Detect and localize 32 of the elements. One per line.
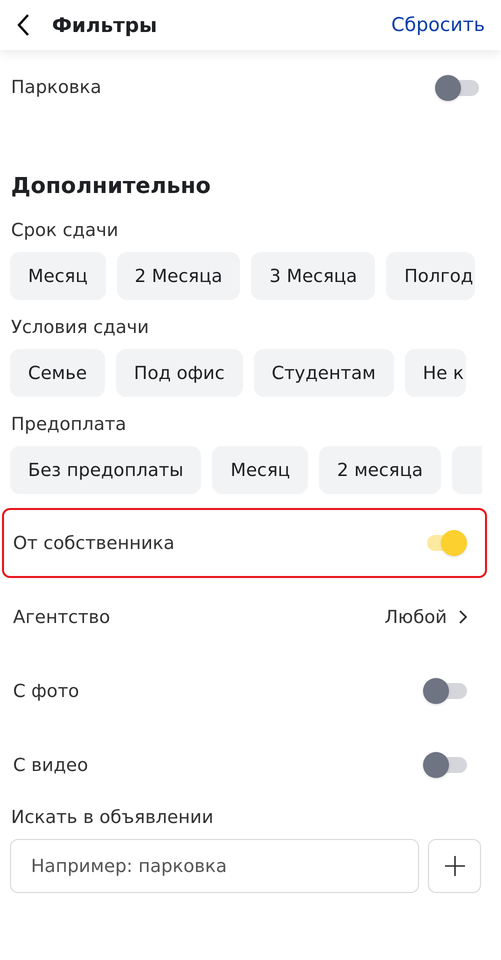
option-chip[interactable]: Студентам xyxy=(254,349,394,397)
group-label: Срок сдачи xyxy=(11,220,118,241)
toggle-switch[interactable] xyxy=(435,74,479,100)
toggle-switch[interactable] xyxy=(423,752,467,778)
option-chip[interactable]: Полгод xyxy=(386,252,476,300)
option-chip[interactable]: 2 месяца xyxy=(319,446,441,494)
row-label: От собственника xyxy=(13,532,175,556)
option-chip[interactable]: Не к xyxy=(404,349,466,397)
option-chip[interactable]: 2 Месяца xyxy=(116,252,240,300)
chevron-right-icon[interactable] xyxy=(459,610,467,624)
option-chip[interactable]: Под офис xyxy=(116,349,243,397)
section-title: Дополнительно xyxy=(11,174,211,199)
group-label: Предоплата xyxy=(11,414,126,435)
field-label: Искать в объявлении xyxy=(11,807,214,828)
toggle-switch[interactable] xyxy=(423,678,467,704)
row-label: С видео xyxy=(13,754,88,778)
option-chip[interactable]: Без предоплаты xyxy=(10,446,202,494)
toggle-label: Парковка xyxy=(11,76,102,100)
option-chip[interactable]: Месяц xyxy=(212,446,308,494)
option-chip[interactable]: 3 Месяца xyxy=(251,252,376,300)
input-field[interactable]: Например: парковка xyxy=(10,839,419,893)
selected-value[interactable]: Любой xyxy=(384,604,447,630)
page-title: Фильтры xyxy=(52,12,158,39)
back-icon[interactable] xyxy=(16,13,30,37)
plus-icon xyxy=(444,856,464,876)
add-button[interactable] xyxy=(428,839,481,893)
row-label: С фото xyxy=(13,680,80,704)
reset-button[interactable]: Сбросить xyxy=(391,10,485,40)
row-label: Агентство xyxy=(13,606,110,630)
group-label: Условия сдачи xyxy=(11,317,149,338)
option-chip[interactable]: Месяц xyxy=(10,252,106,300)
option-chip[interactable]: Семье xyxy=(10,349,105,397)
